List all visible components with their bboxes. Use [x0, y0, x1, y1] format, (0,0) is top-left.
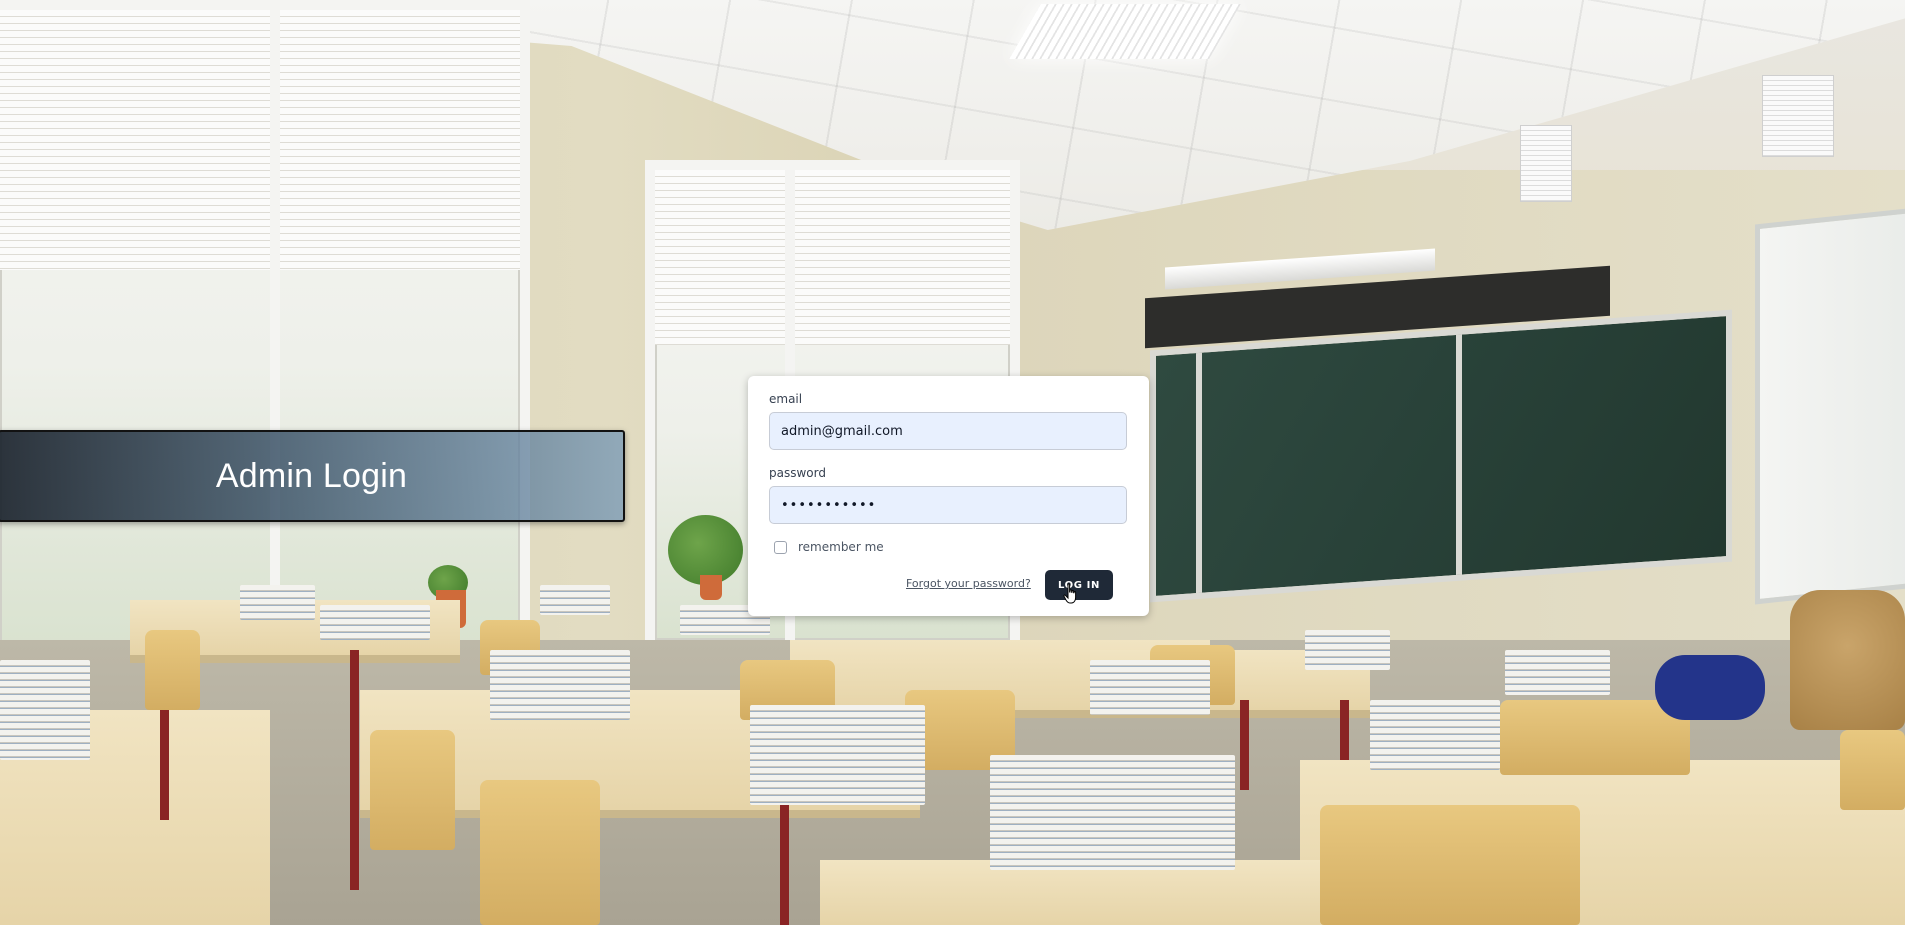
book-stack — [240, 585, 315, 620]
jacket — [1655, 655, 1765, 720]
book-stack — [750, 705, 925, 805]
book-stack — [540, 585, 610, 615]
plant-pot — [700, 575, 722, 600]
remember-me-label: remember me — [798, 540, 884, 554]
chair — [480, 780, 600, 925]
forgot-password-link[interactable]: Forgot your password? — [906, 577, 1031, 590]
desk-leg — [1340, 700, 1349, 760]
handbag — [1790, 590, 1905, 730]
remember-me-checkbox[interactable] — [774, 540, 787, 554]
desk-leg — [780, 800, 789, 925]
login-form: email password remember me Forgot your p… — [748, 376, 1149, 616]
chair — [145, 630, 200, 710]
desk-leg — [350, 650, 359, 890]
email-label: email — [769, 392, 803, 406]
whiteboard — [1755, 205, 1905, 605]
wall-poster — [1520, 125, 1572, 202]
background-window-left — [0, 0, 530, 660]
book-stack — [320, 605, 430, 640]
chalkboard — [1150, 309, 1732, 603]
book-stack — [1090, 660, 1210, 715]
book-stack — [1505, 650, 1610, 695]
book-stack — [1370, 700, 1500, 770]
chair — [370, 730, 455, 850]
login-page: Admin Login email password remember me F… — [0, 0, 1905, 925]
book-stack — [0, 660, 90, 760]
password-label: password — [769, 466, 826, 480]
remember-me-row: remember me — [774, 540, 884, 554]
ceiling-light — [1009, 4, 1241, 59]
book-stack — [1305, 630, 1390, 670]
hand-pointer-icon — [1063, 583, 1077, 604]
chair — [1500, 700, 1690, 775]
desk-leg — [1240, 700, 1249, 790]
email-field[interactable] — [769, 412, 1127, 450]
admin-login-banner: Admin Login — [0, 430, 625, 522]
password-field[interactable] — [769, 486, 1127, 524]
book-stack — [990, 755, 1235, 870]
book-stack — [490, 650, 630, 720]
chair — [1320, 805, 1580, 925]
page-title: Admin Login — [215, 456, 408, 495]
login-button[interactable]: LOG IN — [1045, 570, 1113, 600]
wall-poster — [1762, 75, 1834, 157]
chair — [1840, 730, 1905, 810]
